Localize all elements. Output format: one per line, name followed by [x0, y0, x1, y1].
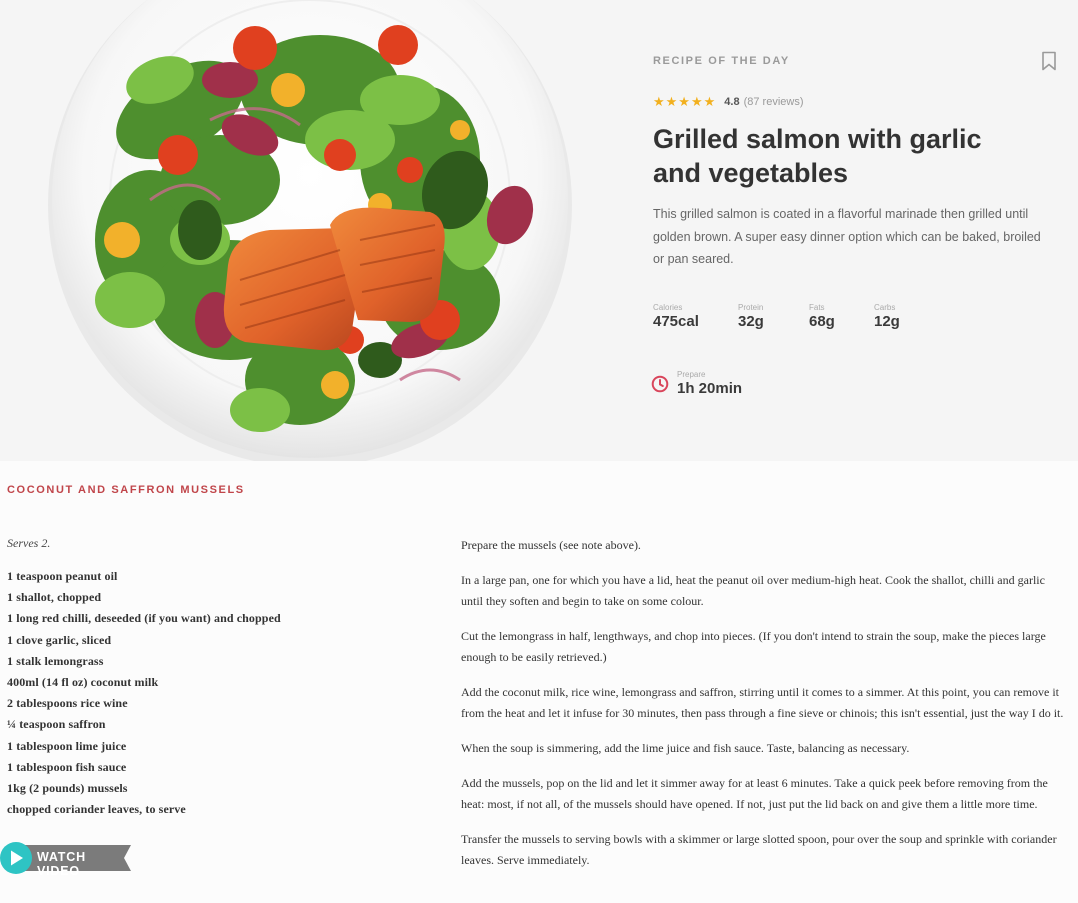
prepare-value: 1h 20min	[677, 380, 743, 397]
prepare-label: Prepare	[677, 370, 706, 379]
recipe-title: Grilled salmon with garlic and vegetable…	[653, 124, 982, 188]
nutrition-carbs: Carbs 12g	[874, 303, 900, 330]
nutrition-value: 12g	[874, 313, 900, 330]
recipe-section-title: COCONUT AND SAFFRON MUSSELS	[7, 484, 245, 496]
ingredient-item: ¼ teaspoon saffron	[7, 717, 106, 732]
nutrition-calories: Calories 475cal	[653, 303, 699, 330]
serves-note: Serves 2.	[7, 536, 51, 550]
watch-video-button[interactable]: WATCH VIDEO	[0, 841, 132, 878]
method-step: In a large pan, one for which you have a…	[461, 573, 1045, 608]
method-step: Add the coconut milk, rice wine, lemongr…	[461, 685, 1064, 720]
nutrition-label: Carbs	[874, 303, 896, 312]
method-step: Cut the lemongrass in half, lengthways, …	[461, 629, 1046, 664]
ingredient-item: 1 clove garlic, sliced	[7, 632, 112, 647]
method-step: Transfer the mussels to serving bowls wi…	[461, 832, 1057, 867]
ingredient-item: 1 shallot, chopped	[7, 590, 102, 605]
ingredient-item: 1 teaspoon peanut oil	[7, 569, 118, 583]
nutrition-fats: Fats 68g	[809, 303, 835, 330]
rating-value: 4.8	[724, 96, 740, 108]
method-steps: Prepare the mussels (see note above). In…	[461, 535, 1066, 885]
nutrition-protein: Protein 32g	[738, 303, 764, 330]
method-step: When the soup is simmering, add the lime…	[461, 741, 910, 755]
prepare-time: Prepare 1h 20min	[677, 370, 742, 397]
play-icon	[0, 842, 32, 874]
ingredient-item: 1 tablespoon lime juice	[7, 738, 127, 753]
ingredient-item: chopped coriander leaves, to serve	[7, 802, 186, 817]
ingredient-list: 1 teaspoon peanut oil 1 shallot, chopped…	[7, 566, 281, 820]
recipe-description: This grilled salmon is coated in a flavo…	[653, 207, 1041, 266]
method-step: Add the mussels, pop on the lid and let …	[461, 776, 1048, 811]
nutrition-value: 32g	[738, 313, 764, 330]
ingredient-item: 1 long red chilli, deseeded (if you want…	[7, 611, 281, 626]
ingredient-item: 1 stalk lemongrass	[7, 653, 104, 668]
nutrition-label: Fats	[809, 303, 825, 312]
rating: ★★★★★ 4.8 (87 reviews)	[653, 94, 803, 110]
ingredient-item: 400ml (14 fl oz) coconut milk	[7, 675, 159, 690]
nutrition-label: Protein	[738, 303, 764, 312]
nutrition-label: Calories	[653, 303, 683, 312]
recipe-hero: RECIPE OF THE DAY ★★★★★ 4.8 (87 reviews)…	[0, 0, 1078, 461]
recipe-of-the-day-label: RECIPE OF THE DAY	[653, 55, 790, 67]
nutrition-value: 475cal	[653, 313, 699, 330]
salad-plate-image	[0, 0, 620, 461]
watch-video-label: WATCH VIDEO	[37, 850, 86, 878]
ingredient-item: 2 tablespoons rice wine	[7, 696, 128, 711]
method-step: Prepare the mussels (see note above).	[461, 538, 641, 552]
star-rating-icons: ★★★★★	[653, 94, 717, 109]
bookmark-icon[interactable]	[1040, 51, 1058, 71]
clock-icon	[651, 375, 669, 393]
nutrition-value: 68g	[809, 313, 835, 330]
ingredient-item: 1 tablespoon fish sauce	[7, 759, 127, 774]
ingredient-item: 1kg (2 pounds) mussels	[7, 781, 128, 796]
reviews-link[interactable]: (87 reviews)	[744, 96, 804, 108]
